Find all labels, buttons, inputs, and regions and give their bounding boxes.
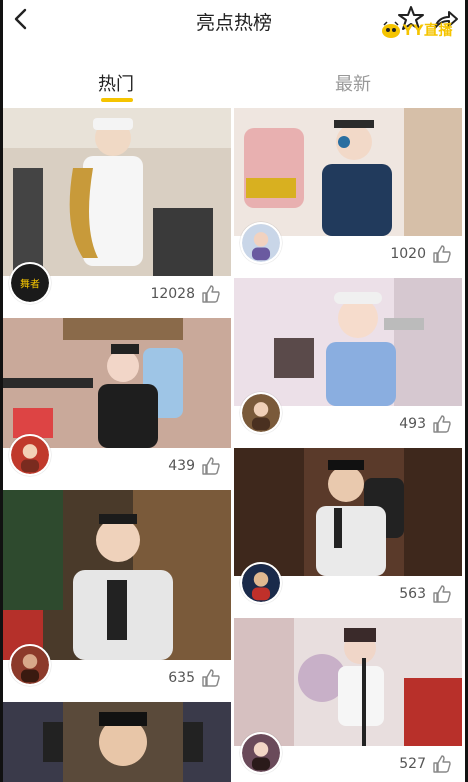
active-tab-indicator [101,98,133,102]
thumbnail-image [234,618,462,746]
video-thumbnail[interactable] [3,108,231,276]
watermark: YY直播 [381,20,453,40]
avatar-image [242,564,280,602]
video-card[interactable]: 493 [234,278,462,444]
tab-hot[interactable]: 热门 [76,70,156,96]
top-bar: 亮点热榜 YY直播 [3,0,465,44]
like-icon[interactable] [432,754,452,774]
like-count: 439 [168,458,195,474]
thumbnail-image [234,108,462,236]
video-card[interactable]: 439 [3,318,231,486]
watermark-text: YY直播 [402,23,453,39]
app-frame: 亮点热榜 YY直播 热门 最新 12028 舞者 439 635 1020 49… [0,0,468,782]
video-column-left: 12028 舞者 439 635 [3,108,231,782]
tab-bar: 热门 最新 [3,58,465,102]
video-thumbnail[interactable] [234,108,462,236]
video-card[interactable]: 635 [3,490,231,698]
avatar[interactable] [240,562,282,604]
avatar-image [242,394,280,432]
thumbnail-image [3,702,231,782]
avatar-image [11,646,49,684]
avatar-image: 舞者 [11,264,49,302]
avatar[interactable] [240,222,282,264]
video-card[interactable]: 12028 舞者 [3,108,231,314]
avatar-image [11,436,49,474]
video-thumbnail[interactable] [234,448,462,576]
like-icon[interactable] [201,456,221,476]
like-icon[interactable] [432,414,452,434]
avatar-image [242,734,280,772]
video-thumbnail[interactable] [3,702,231,782]
like-icon[interactable] [201,284,221,304]
video-thumbnail[interactable] [234,278,462,406]
like-count: 635 [168,670,195,686]
avatar[interactable]: 舞者 [9,262,51,304]
video-card[interactable]: 1020 [234,108,462,274]
like-icon[interactable] [201,668,221,688]
avatar[interactable] [240,732,282,774]
thumbnail-image [234,448,462,576]
like-count: 493 [399,416,426,432]
video-thumbnail[interactable] [3,490,231,660]
like-icon[interactable] [432,244,452,264]
video-thumbnail[interactable] [234,618,462,746]
video-card[interactable]: 527 [234,618,462,782]
yy-logo-icon [381,21,400,38]
like-count: 12028 [150,286,195,302]
like-icon[interactable] [432,584,452,604]
avatar[interactable] [240,392,282,434]
like-count: 527 [399,756,426,772]
tab-latest[interactable]: 最新 [313,70,393,96]
video-card[interactable] [3,702,231,782]
avatar[interactable] [9,644,51,686]
video-column-right: 1020 493 563 527 [234,108,462,782]
like-count: 1020 [390,246,426,262]
avatar-image [242,224,280,262]
thumbnail-image [234,278,462,406]
avatar[interactable] [9,434,51,476]
video-thumbnail[interactable] [3,318,231,448]
thumbnail-image [3,108,231,276]
thumbnail-image [3,318,231,448]
video-card[interactable]: 563 [234,448,462,614]
thumbnail-image [3,490,231,660]
like-count: 563 [399,586,426,602]
avatar-label: 舞者 [20,279,40,291]
